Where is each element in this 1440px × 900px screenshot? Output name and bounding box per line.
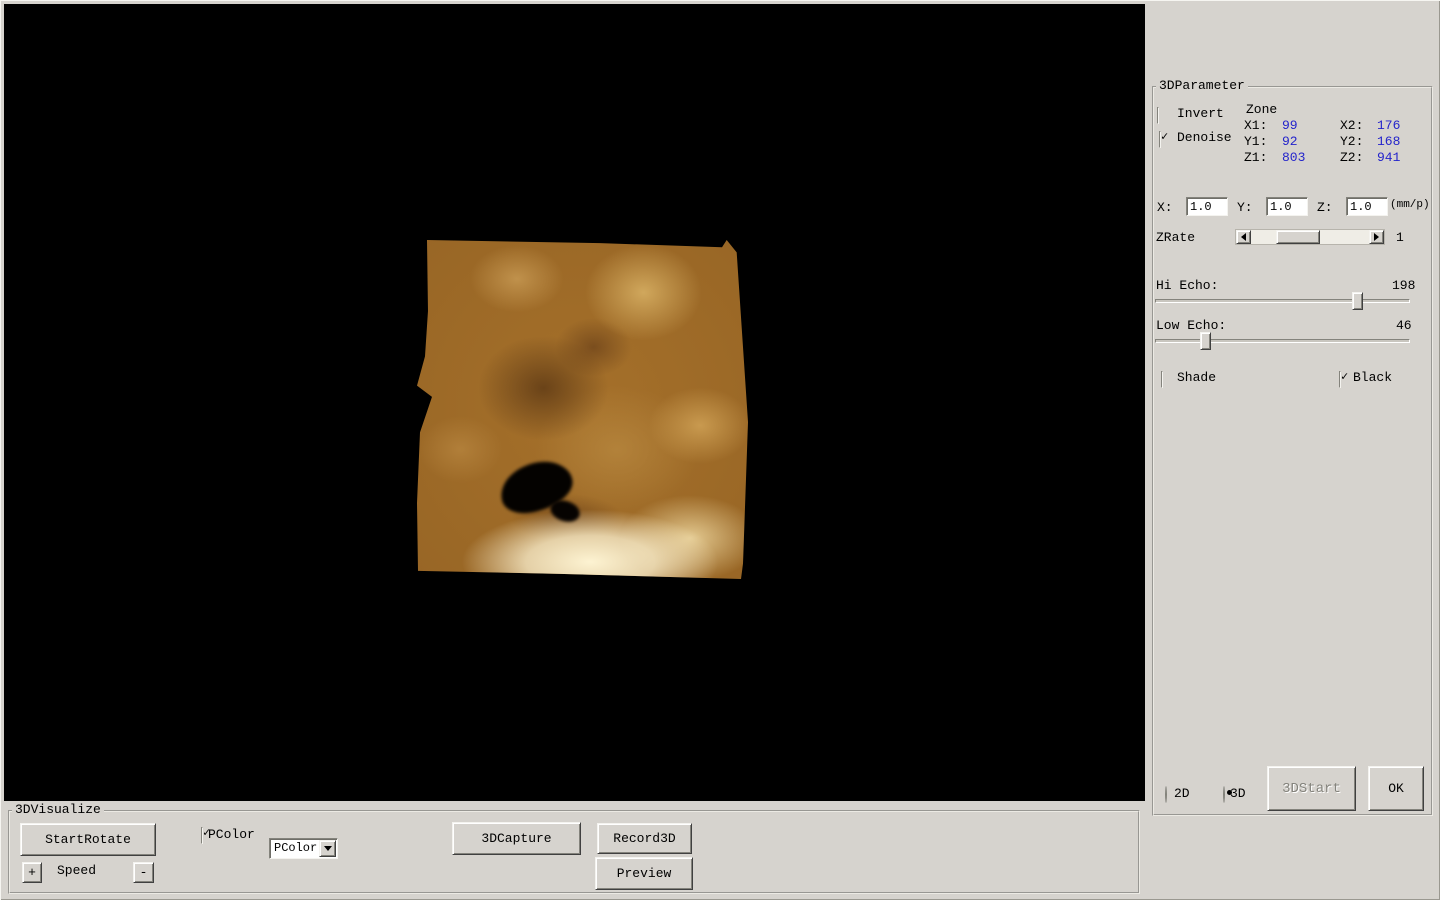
scale-z-label: Z: xyxy=(1317,200,1333,215)
pcolor-dropdown-button[interactable] xyxy=(319,840,336,857)
arrow-left-icon xyxy=(1241,233,1246,241)
mode-2d-label: 2D xyxy=(1174,786,1190,801)
capture-3d-button[interactable]: 3DCapture xyxy=(452,822,581,855)
start-rotate-button[interactable]: StartRotate xyxy=(20,823,156,856)
zone-title: Zone xyxy=(1246,102,1277,117)
hi-echo-value: 198 xyxy=(1392,278,1415,293)
mode-2d-radio[interactable] xyxy=(1165,786,1167,803)
mode-3d-radio[interactable] xyxy=(1223,786,1225,803)
scale-y-input[interactable] xyxy=(1266,197,1308,216)
shade-checkbox[interactable] xyxy=(1161,371,1163,388)
scale-x-input[interactable] xyxy=(1186,197,1228,216)
zone-z2-value: 941 xyxy=(1377,150,1400,165)
hi-echo-slider-thumb[interactable] xyxy=(1352,292,1363,310)
app-window: { "parameter_panel": { "title": "3DParam… xyxy=(0,0,1440,900)
parameter-group-title: 3DParameter xyxy=(1156,79,1248,93)
scale-unit-label: (mm/p) xyxy=(1390,199,1430,211)
speed-minus-button[interactable]: - xyxy=(133,862,154,883)
zrate-label: ZRate xyxy=(1156,230,1195,245)
zrate-scroll-thumb[interactable] xyxy=(1276,230,1320,244)
black-checkbox[interactable] xyxy=(1339,371,1341,388)
record-3d-button[interactable]: Record3D xyxy=(597,823,692,854)
zone-x2-value: 176 xyxy=(1377,118,1400,133)
zone-x1-value: 99 xyxy=(1282,118,1298,133)
zrate-scroll-left-button[interactable] xyxy=(1236,230,1251,244)
zone-y2-value: 168 xyxy=(1377,134,1400,149)
denoise-checkbox[interactable] xyxy=(1159,131,1161,148)
zone-z2-label: Z2: xyxy=(1340,150,1363,165)
arrow-right-icon xyxy=(1374,233,1379,241)
pcolor-dropdown[interactable]: PColor xyxy=(269,838,338,859)
zrate-scroll-right-button[interactable] xyxy=(1369,230,1384,244)
pcolor-checkbox[interactable] xyxy=(201,827,203,844)
ok-button[interactable]: OK xyxy=(1368,766,1424,811)
scale-x-label: X: xyxy=(1157,200,1173,215)
zrate-value: 1 xyxy=(1396,230,1404,245)
start-3d-button[interactable]: 3DStart xyxy=(1267,766,1356,811)
low-echo-slider-track[interactable] xyxy=(1155,339,1410,343)
denoise-label: Denoise xyxy=(1177,130,1232,145)
pcolor-label: PColor xyxy=(208,827,255,842)
low-echo-value: 46 xyxy=(1396,318,1412,333)
invert-label: Invert xyxy=(1177,106,1224,121)
hi-echo-slider-track[interactable] xyxy=(1155,299,1410,303)
mode-3d-label: 3D xyxy=(1230,786,1246,801)
pcolor-dropdown-value: PColor xyxy=(274,841,317,855)
chevron-down-icon xyxy=(324,846,332,851)
preview-button[interactable]: Preview xyxy=(595,857,693,890)
ultrasound-3d-render xyxy=(417,238,750,579)
zone-x1-label: X1: xyxy=(1244,118,1267,133)
zrate-scrollbar[interactable] xyxy=(1235,229,1385,245)
low-echo-label: Low Echo: xyxy=(1156,318,1226,333)
black-label: Black xyxy=(1353,370,1392,385)
zone-y2-label: Y2: xyxy=(1340,134,1363,149)
low-echo-slider-thumb[interactable] xyxy=(1200,332,1211,350)
parameter-groupbox xyxy=(1152,86,1433,816)
zone-y1-value: 92 xyxy=(1282,134,1298,149)
zone-z1-value: 803 xyxy=(1282,150,1305,165)
shade-label: Shade xyxy=(1177,370,1216,385)
render-viewport[interactable] xyxy=(4,4,1145,801)
zone-z1-label: Z1: xyxy=(1244,150,1267,165)
speed-plus-button[interactable]: + xyxy=(22,862,42,883)
hi-echo-label: Hi Echo: xyxy=(1156,278,1218,293)
scale-z-input[interactable] xyxy=(1346,197,1388,216)
zone-x2-label: X2: xyxy=(1340,118,1363,133)
speed-label: Speed xyxy=(57,863,96,878)
zone-y1-label: Y1: xyxy=(1244,134,1267,149)
visualize-group-title: 3DVisualize xyxy=(12,803,104,817)
scale-y-label: Y: xyxy=(1237,200,1253,215)
invert-checkbox[interactable] xyxy=(1157,107,1159,124)
